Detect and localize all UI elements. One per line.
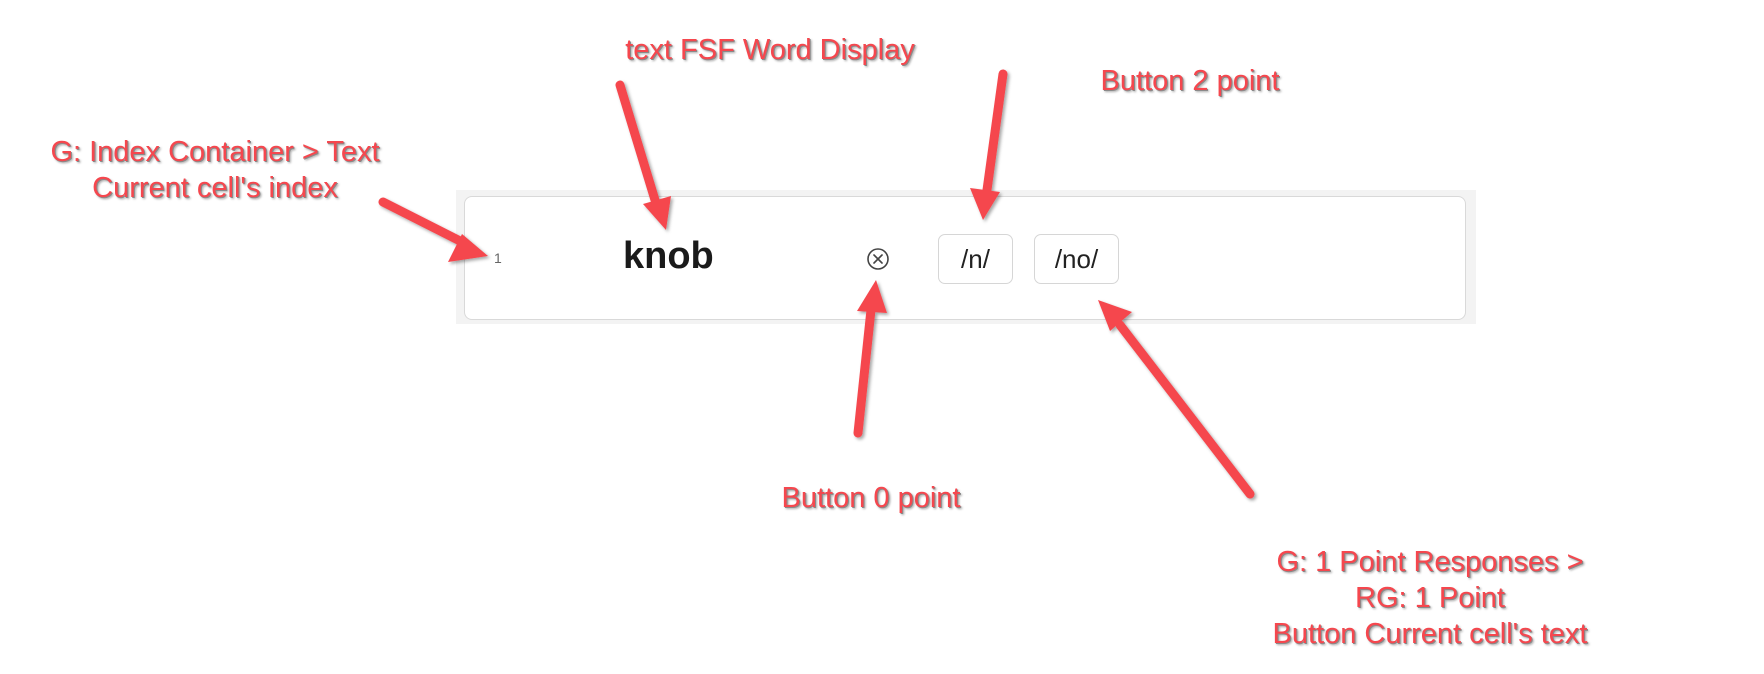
one-point-button[interactable]: /no/ — [1034, 234, 1119, 284]
annotation-two-point: Button 2 point — [1100, 65, 1280, 97]
zero-point-button[interactable] — [866, 247, 890, 271]
word-display: knob — [623, 235, 714, 277]
two-point-button[interactable]: /n/ — [938, 234, 1013, 284]
annotation-zero-point: Button 0 point — [781, 482, 961, 514]
circle-x-icon — [867, 248, 889, 270]
annotation-word: text FSF Word Display — [625, 34, 915, 66]
annotation-index: G: Index Container > Text Current cell's… — [50, 136, 380, 204]
annotation-one-point: G: 1 Point Responses > RG: 1 Point Butto… — [1272, 546, 1588, 650]
cell-index: 1 — [494, 250, 502, 266]
